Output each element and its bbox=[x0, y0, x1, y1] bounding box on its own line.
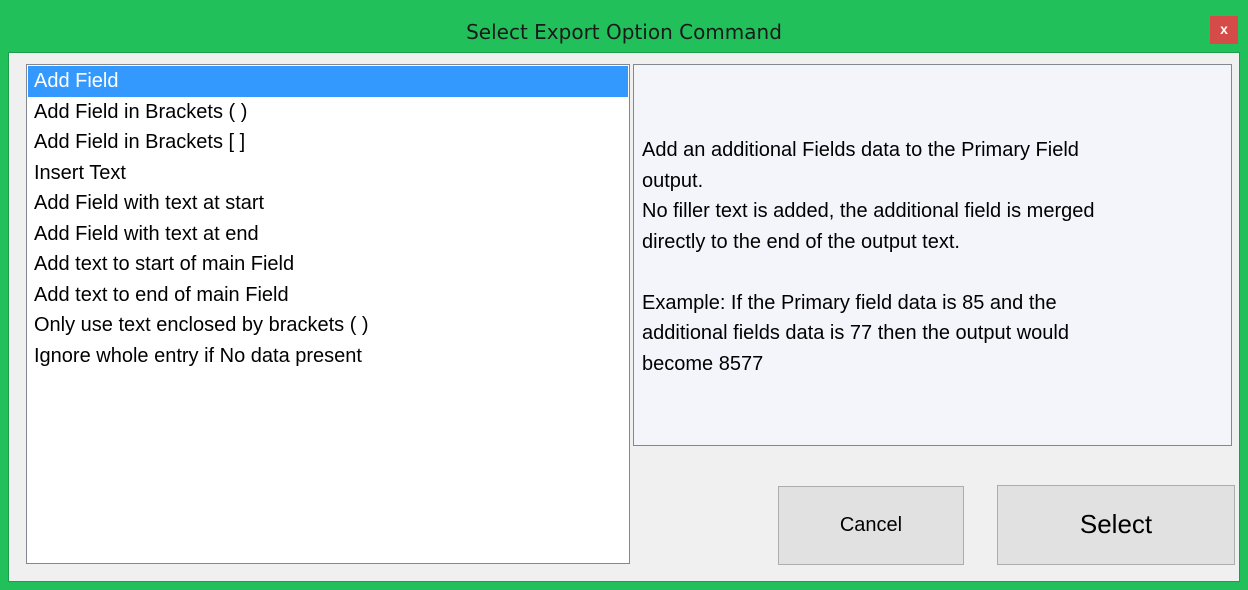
description-panel: Add an additional Fields data to the Pri… bbox=[633, 64, 1232, 446]
list-item-only-use-bracketed-text[interactable]: Only use text enclosed by brackets ( ) bbox=[28, 310, 628, 341]
description-line: Add an additional Fields data to the Pri… bbox=[642, 139, 1079, 161]
list-item-add-field-text-at-start[interactable]: Add Field with text at start bbox=[28, 188, 628, 219]
list-item-add-text-start-main-field[interactable]: Add text to start of main Field bbox=[28, 249, 628, 280]
list-item-add-field-round-brackets[interactable]: Add Field in Brackets ( ) bbox=[28, 97, 628, 128]
description-blank-line bbox=[642, 257, 1222, 288]
export-options-list[interactable]: Add Field Add Field in Brackets ( ) Add … bbox=[26, 64, 630, 564]
close-icon: x bbox=[1220, 21, 1228, 37]
list-item-add-field-text-at-end[interactable]: Add Field with text at end bbox=[28, 219, 628, 250]
description-line: additional fields data is 77 then the ou… bbox=[642, 322, 1069, 344]
title-bar[interactable]: Select Export Option Command x bbox=[0, 0, 1248, 60]
window-title: Select Export Option Command bbox=[466, 20, 782, 44]
list-item-ignore-if-no-data[interactable]: Ignore whole entry if No data present bbox=[28, 341, 628, 372]
list-item-add-field[interactable]: Add Field bbox=[28, 66, 628, 97]
cancel-button[interactable]: Cancel bbox=[778, 486, 964, 565]
dialog-body: Add Field Add Field in Brackets ( ) Add … bbox=[8, 52, 1240, 582]
description-line: directly to the end of the output text. bbox=[642, 230, 960, 253]
description-text: Add an additional Fields data to the Pri… bbox=[642, 135, 1222, 379]
list-item-add-field-square-brackets[interactable]: Add Field in Brackets [ ] bbox=[28, 127, 628, 158]
list-item-add-text-end-main-field[interactable]: Add text to end of main Field bbox=[28, 280, 628, 311]
description-line: No filler text is added, the additional … bbox=[642, 200, 1095, 222]
list-item-insert-text[interactable]: Insert Text bbox=[28, 158, 628, 189]
description-line: become 8577 bbox=[642, 352, 764, 375]
export-option-dialog: Select Export Option Command x Add Field… bbox=[0, 0, 1248, 590]
close-button[interactable]: x bbox=[1210, 16, 1238, 44]
description-line: output. bbox=[642, 169, 704, 192]
description-line: Example: If the Primary field data is 85… bbox=[642, 291, 1057, 314]
select-button[interactable]: Select bbox=[997, 485, 1235, 565]
